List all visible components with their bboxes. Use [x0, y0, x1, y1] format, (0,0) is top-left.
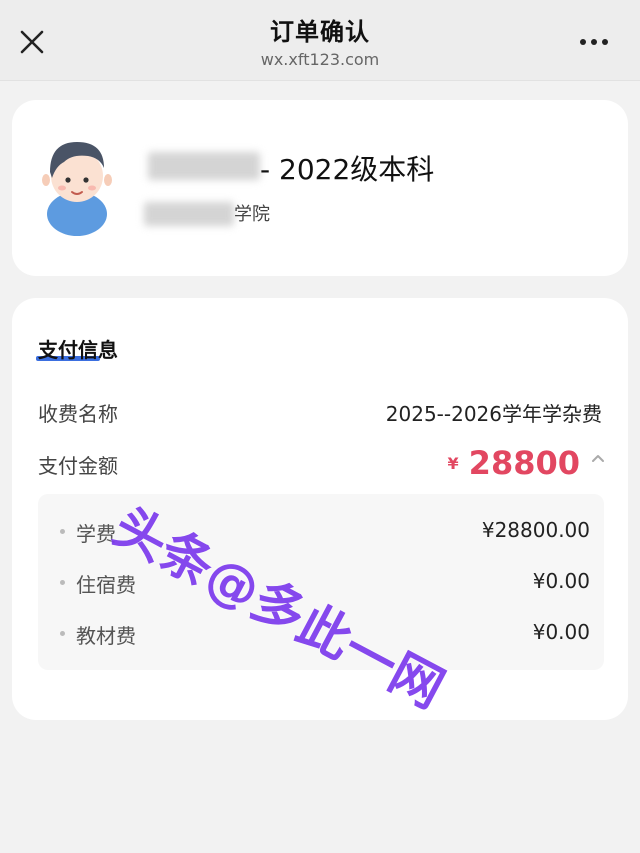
chevron-up-icon[interactable] [590, 452, 606, 464]
more-icon-dot [602, 39, 608, 45]
more-button[interactable] [580, 39, 614, 47]
fee-name-label: 收费名称 [38, 402, 118, 426]
bullet-icon [60, 580, 65, 585]
college-name: 学院 [234, 204, 270, 225]
page-title: 订单确认 [270, 18, 370, 46]
item-price: ¥28800.00 [481, 518, 590, 542]
section-title: 支付信息 [38, 338, 118, 362]
item-name: 教材费 [76, 624, 136, 648]
fee-name-value: 2025--2026学年学杂费 [385, 402, 602, 426]
payment-amount[interactable]: ¥28800 [448, 444, 580, 482]
amount-value: 28800 [468, 444, 580, 482]
more-icon [580, 39, 586, 45]
bullet-icon [60, 631, 65, 636]
more-icon-dot [591, 39, 597, 45]
item-price: ¥0.00 [532, 569, 590, 593]
top-navigation-bar: 订单确认 wx.xft123.com [0, 0, 640, 81]
redacted-name [148, 152, 260, 180]
avatar-icon [42, 142, 112, 236]
student-title: - 2022级本科 [260, 153, 435, 186]
student-profile-card: - 2022级本科 学院 [12, 100, 628, 276]
item-price: ¥0.00 [532, 620, 590, 644]
item-name: 住宿费 [76, 573, 136, 597]
amount-label: 支付金额 [38, 454, 118, 478]
bullet-icon [60, 529, 65, 534]
page-domain: wx.xft123.com [260, 50, 380, 69]
currency-symbol: ¥ [447, 453, 459, 473]
redacted-college [144, 202, 234, 226]
